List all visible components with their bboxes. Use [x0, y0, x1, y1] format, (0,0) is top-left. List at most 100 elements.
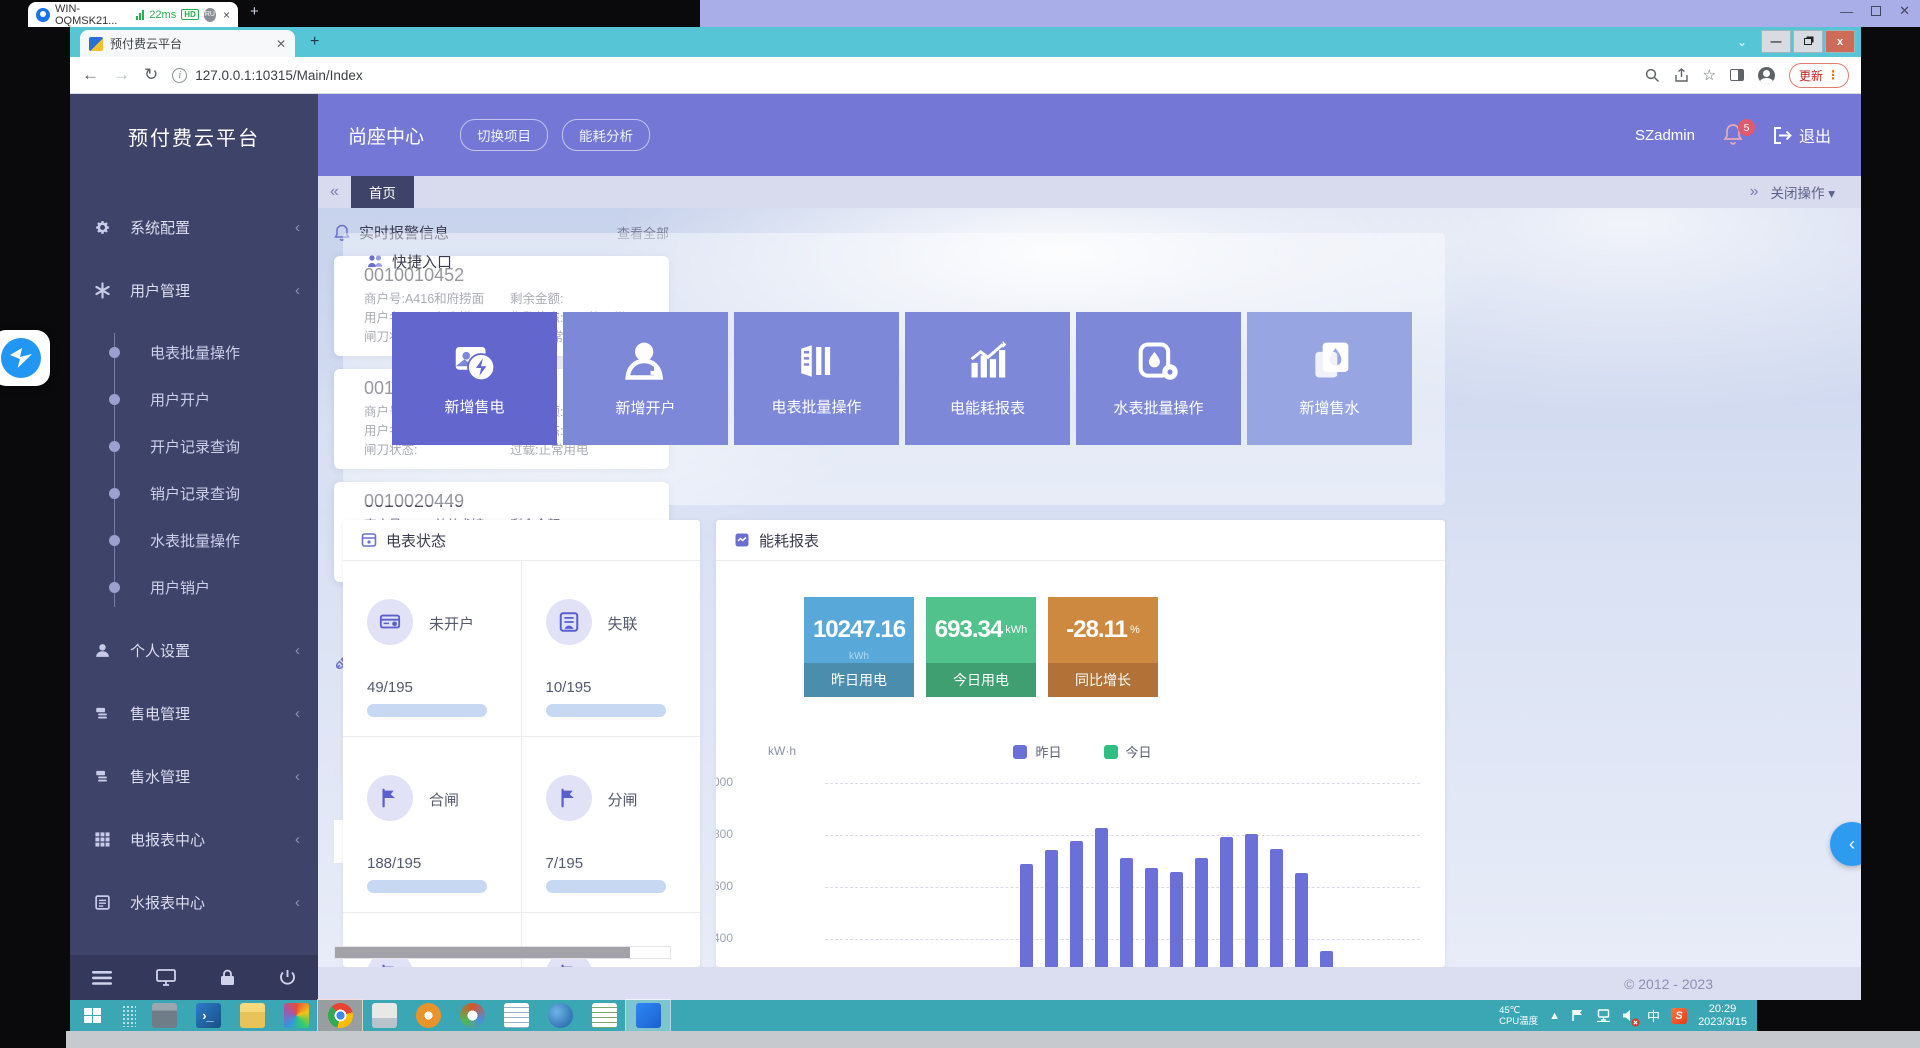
taskbar-network-app[interactable] — [450, 1000, 494, 1031]
logout-button[interactable]: 退出 — [1773, 123, 1831, 147]
flag-icon — [367, 775, 413, 821]
taskbar-todesk[interactable] — [626, 1000, 670, 1031]
legend-swatch — [1104, 745, 1118, 759]
taskbar-report-viewer[interactable] — [582, 1000, 626, 1031]
new-tab-button[interactable]: + — [310, 33, 319, 51]
quick-tile-label: 新增售电 — [444, 396, 504, 417]
sidebar-item-5[interactable]: 售水管理‹ — [70, 758, 318, 794]
powershell-icon: ›_ — [196, 1003, 221, 1028]
taskbar-notepad[interactable] — [494, 1000, 538, 1031]
reload-button[interactable]: ↻ — [144, 65, 158, 85]
close-operations-dropdown[interactable]: 关闭操作 ▾ — [1770, 182, 1861, 202]
client-close-button[interactable]: ✕ — [1899, 3, 1910, 19]
legend-item-昨日[interactable]: 昨日 — [1013, 742, 1061, 761]
water-batch-icon — [1136, 339, 1182, 383]
meter-status-label: 失联 — [608, 613, 638, 634]
taskbar-snipping-tool[interactable] — [362, 1000, 406, 1031]
remote-session-tab[interactable]: WIN-OQMSK21... 22ms HD RU × — [28, 2, 238, 27]
sidebar-item-2[interactable]: 用户管理‹ — [70, 272, 318, 308]
quick-tile-新增售电[interactable]: 新增售电 — [392, 312, 557, 445]
scroll-tabs-right-icon[interactable]: » — [1738, 183, 1771, 201]
window-minimize-button[interactable]: — — [1761, 30, 1791, 53]
window-restore-button[interactable] — [1793, 30, 1823, 53]
side-panel-icon[interactable] — [1730, 69, 1744, 81]
close-tab-icon[interactable]: ✕ — [276, 37, 286, 51]
system-tray: 45℃CPU温度 ▲ 中 S 20:292023/3/15 — [1499, 1003, 1757, 1029]
volume-muted-icon[interactable] — [1622, 1007, 1636, 1025]
list-icon — [94, 768, 111, 785]
back-button[interactable]: ← — [82, 65, 99, 85]
energy-bar-chart: kW·h 昨日今日 1,000800600400 — [740, 742, 1425, 967]
meter-card-icon — [367, 599, 413, 645]
start-button[interactable] — [70, 1000, 114, 1031]
sidebar-item-6[interactable]: 电报表中心‹ — [70, 821, 318, 857]
quick-tile-新增售水[interactable]: 新增售水 — [1247, 312, 1412, 445]
tab-home[interactable]: 首页 — [351, 176, 414, 208]
bookmark-star-icon[interactable]: ☆ — [1703, 66, 1716, 84]
browser-tab[interactable]: 预付费云平台 ✕ — [80, 30, 295, 57]
zoom-icon[interactable] — [1645, 67, 1660, 84]
taskbar-chrome[interactable] — [318, 1000, 362, 1031]
taskbar-file-explorer[interactable] — [230, 1000, 274, 1031]
client-maximize-button[interactable] — [1871, 6, 1881, 16]
sidebar-item-1[interactable]: 系统配置‹ — [70, 209, 318, 245]
action-center-flag-icon[interactable] — [1571, 1007, 1585, 1025]
taskbar-server-manager[interactable] — [142, 1000, 186, 1031]
quick-tile-水表批量操作[interactable]: 水表批量操作 — [1076, 312, 1241, 445]
energy-analysis-button[interactable]: 能耗分析 — [562, 119, 650, 151]
logout-icon — [1773, 127, 1792, 144]
forward-button[interactable]: → — [113, 65, 130, 85]
cpu-temp-widget: 45℃CPU温度 — [1499, 1005, 1538, 1027]
taskbar-media-player[interactable] — [274, 1000, 318, 1031]
legend-item-今日[interactable]: 今日 — [1104, 742, 1152, 761]
taskbar-clock[interactable]: 20:292023/3/15 — [1698, 1003, 1747, 1029]
sidebar-subitem[interactable]: 电表批量操作 — [70, 329, 318, 376]
sidebar-subitem[interactable]: 用户开户 — [70, 376, 318, 423]
power-icon[interactable] — [279, 969, 296, 986]
window-close-button[interactable]: x — [1825, 30, 1855, 53]
doc-icon — [94, 894, 111, 911]
quick-tile-电能耗报表[interactable]: 电能耗报表 — [905, 312, 1070, 445]
todesk-floating-bubble[interactable] — [0, 330, 50, 386]
sidebar-subitem[interactable]: 销户记录查询 — [70, 470, 318, 517]
add-account-icon — [623, 339, 669, 383]
tray-expand-icon[interactable]: ▲ — [1549, 1010, 1560, 1022]
site-info-icon[interactable]: i — [172, 68, 187, 83]
sogou-ime-icon[interactable]: S — [1671, 1008, 1687, 1024]
chevron-down-icon[interactable]: ⌄ — [1737, 35, 1747, 49]
ime-indicator[interactable]: 中 — [1647, 1006, 1660, 1025]
scroll-tabs-left-icon[interactable]: « — [318, 183, 351, 201]
sidebar-item-4[interactable]: 售电管理‹ — [70, 695, 318, 731]
admin-tools-icon — [548, 1003, 573, 1028]
switch-project-button[interactable]: 切换项目 — [460, 119, 548, 151]
new-session-button[interactable]: + — [250, 3, 259, 20]
taskbar-divider — [122, 1005, 136, 1027]
network-icon[interactable] — [1596, 1007, 1611, 1025]
notifications-bell-icon[interactable]: 5 — [1723, 123, 1749, 147]
sidebar-item-label: 系统配置 — [130, 217, 295, 238]
taskbar-powershell[interactable]: ›_ — [186, 1000, 230, 1031]
address-bar[interactable]: 127.0.0.1:10315/Main/Index — [195, 68, 362, 83]
collapse-handle-button[interactable]: ‹ — [1830, 822, 1861, 866]
sidebar-item-7[interactable]: 水报表中心‹ — [70, 884, 318, 920]
monitor-icon[interactable] — [156, 969, 176, 986]
sidebar-subitem[interactable]: 开户记录查询 — [70, 423, 318, 470]
taskbar-admin-tools[interactable] — [538, 1000, 582, 1031]
sidebar-item-3[interactable]: 个人设置‹ — [70, 632, 318, 668]
sidebar-subitem[interactable]: 用户销户 — [70, 564, 318, 611]
page-footer: © 2012 - 2023 — [318, 967, 1861, 1000]
update-button[interactable]: 更新⋮ — [1789, 63, 1849, 88]
remote-client-tabstrip: WIN-OQMSK21... 22ms HD RU × + — ✕ — [0, 0, 1920, 27]
chart-gridline — [825, 835, 1420, 836]
close-session-icon[interactable]: × — [223, 8, 230, 22]
quick-tile-电表批量操作[interactable]: 电表批量操作 — [734, 312, 899, 445]
share-icon[interactable] — [1674, 67, 1689, 84]
client-minimize-button[interactable]: — — [1840, 4, 1853, 19]
menu-dots-icon[interactable]: ⋮ — [1827, 68, 1839, 82]
lock-icon[interactable] — [220, 969, 235, 986]
sidebar-subitem[interactable]: 水表批量操作 — [70, 517, 318, 564]
hamburger-menu-icon[interactable] — [92, 971, 112, 985]
taskbar-settings-app[interactable] — [406, 1000, 450, 1031]
profile-avatar[interactable] — [1758, 67, 1775, 84]
quick-tile-新增开户[interactable]: 新增开户 — [563, 312, 728, 445]
